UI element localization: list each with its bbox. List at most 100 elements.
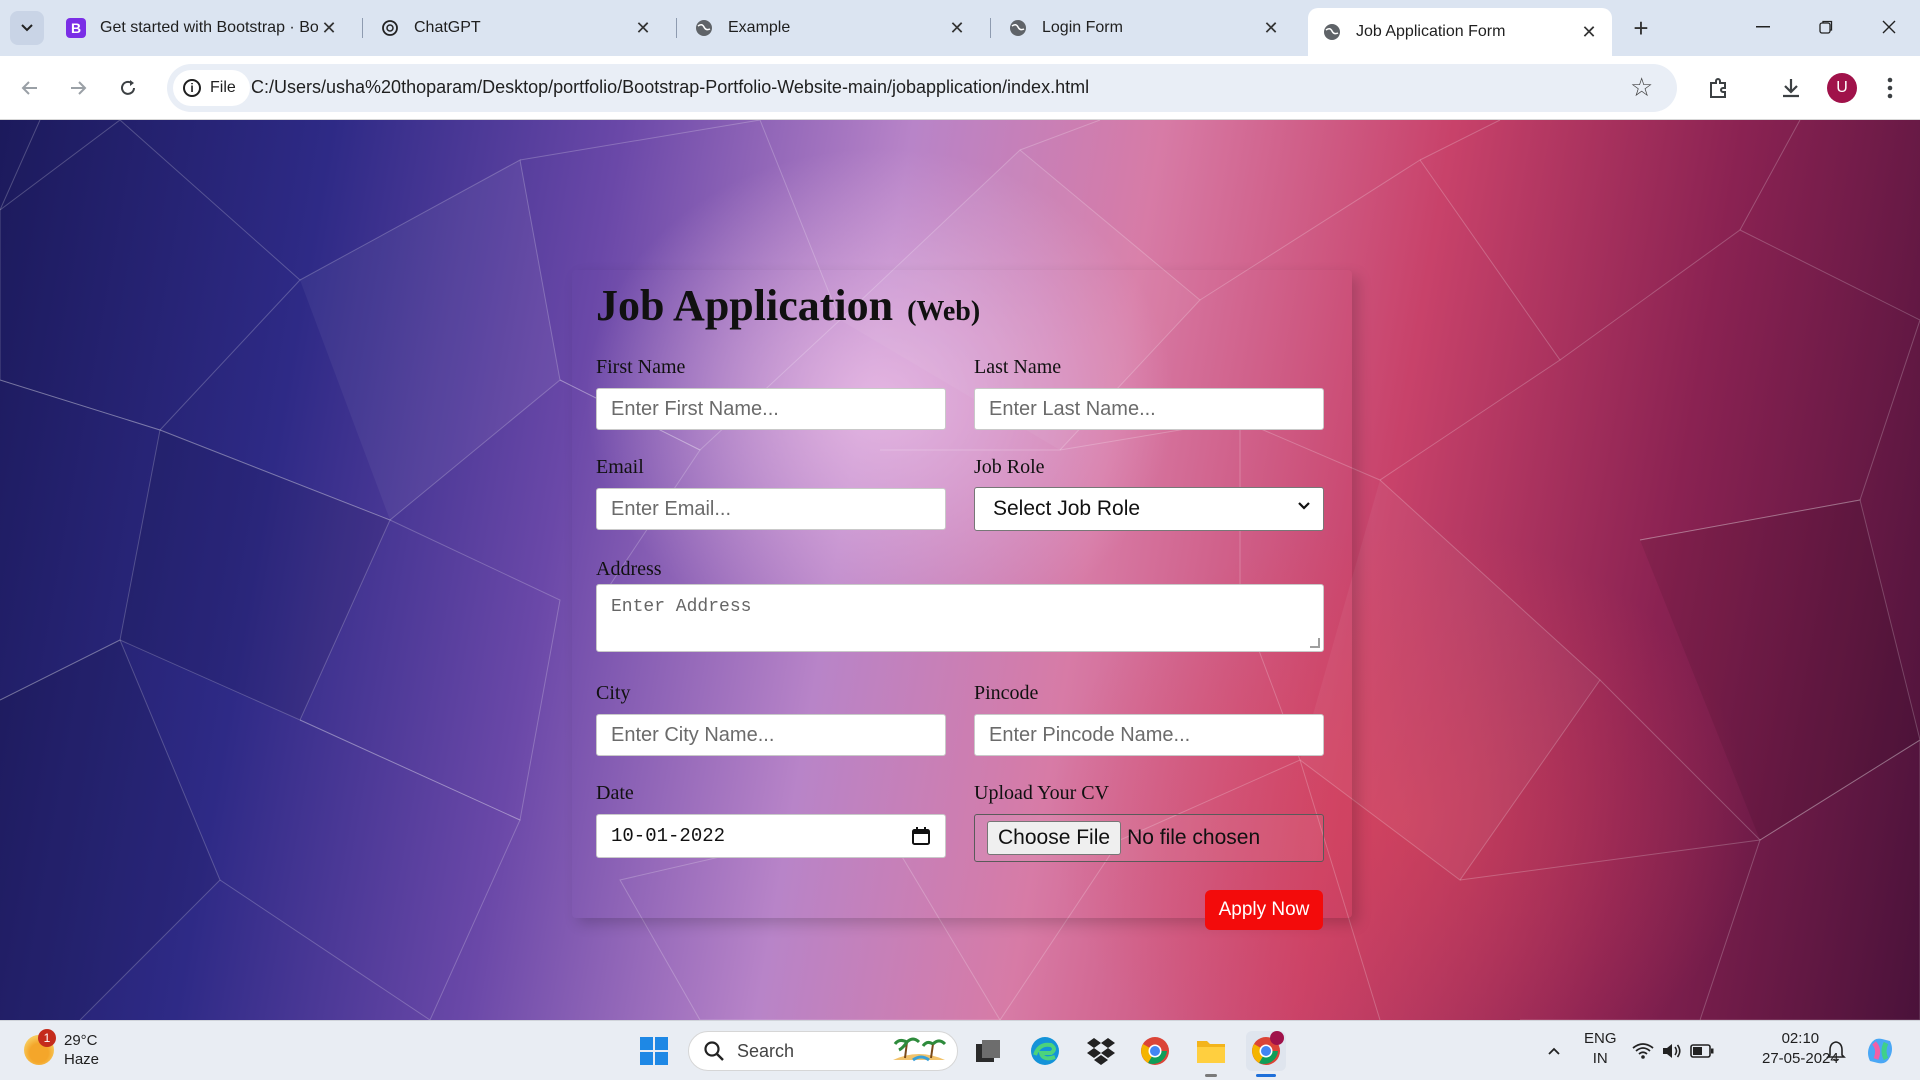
tab-title: ChatGPT <box>414 19 481 36</box>
globe-icon <box>694 18 714 38</box>
job-role-selected: Select Job Role <box>993 497 1141 520</box>
taskbar: 1 29°C Haze Search ENG IN 02:10 27-05-20… <box>0 1020 1920 1080</box>
site-info-label: File <box>210 79 236 96</box>
restore-button[interactable] <box>1803 10 1849 44</box>
extensions-button[interactable] <box>1700 70 1736 106</box>
page-title: Job Application (Web) <box>596 280 980 331</box>
date-value: 10-01-2022 <box>611 825 726 847</box>
more-vert-icon <box>1887 77 1893 99</box>
windows-icon <box>640 1037 668 1065</box>
pincode-label: Pincode <box>974 682 1039 704</box>
file-explorer-button[interactable] <box>1191 1031 1231 1077</box>
apply-now-button[interactable]: Apply Now <box>1205 890 1323 930</box>
chrome-button[interactable] <box>1135 1031 1175 1071</box>
resize-grip-icon[interactable] <box>1310 638 1320 648</box>
copilot-icon <box>1868 1038 1892 1064</box>
first-name-label: First Name <box>596 356 686 378</box>
wifi-icon <box>1632 1043 1654 1059</box>
chatgpt-icon <box>380 18 400 38</box>
edge-icon <box>1031 1037 1059 1065</box>
cv-file-input: Choose File No file chosen <box>974 814 1324 862</box>
tab-chatgpt[interactable]: ChatGPT ✕ <box>366 8 666 48</box>
taskview-button[interactable] <box>968 1031 1008 1071</box>
search-placeholder: Search <box>737 1040 795 1061</box>
tab-search-button[interactable] <box>10 11 44 45</box>
tab-separator <box>362 18 363 38</box>
title-main: Job Application <box>596 281 894 330</box>
tab-example[interactable]: Example ✕ <box>680 8 980 48</box>
globe-icon <box>1322 22 1342 42</box>
chrome-profile-button[interactable] <box>1246 1031 1286 1077</box>
tab-title: Example <box>728 19 791 36</box>
running-indicator <box>1205 1074 1217 1077</box>
close-icon[interactable]: ✕ <box>1578 21 1600 43</box>
address-placeholder: Enter Address <box>611 597 752 617</box>
url-text[interactable]: C:/Users/usha%20thoparam/Desktop/portfol… <box>251 77 1089 98</box>
close-window-button[interactable] <box>1866 10 1912 44</box>
tab-separator <box>676 18 677 38</box>
email-input[interactable] <box>596 488 946 530</box>
tab-title: Login Form <box>1042 19 1123 36</box>
close-icon[interactable]: ✕ <box>1260 17 1282 39</box>
close-icon[interactable]: ✕ <box>946 17 968 39</box>
taskbar-search[interactable]: Search <box>688 1031 958 1071</box>
dropbox-icon <box>1087 1038 1115 1065</box>
job-role-select[interactable]: Select Job Role <box>974 487 1324 531</box>
tray-overflow-button[interactable] <box>1534 1031 1574 1071</box>
downloads-button[interactable] <box>1773 70 1809 106</box>
search-icon <box>704 1041 724 1061</box>
email-label: Email <box>596 456 644 478</box>
address-textarea[interactable]: Enter Address <box>596 584 1324 652</box>
minimize-icon <box>1756 26 1770 28</box>
globe-icon <box>1008 18 1028 38</box>
copilot-button[interactable] <box>1860 1031 1900 1071</box>
chevron-down-icon <box>1297 498 1311 516</box>
title-sub: (Web) <box>907 296 981 327</box>
file-status: No file chosen <box>1127 826 1261 849</box>
profile-avatar[interactable]: U <box>1827 73 1857 103</box>
profile-badge-icon <box>1270 1031 1284 1045</box>
forward-button[interactable] <box>60 70 96 106</box>
new-tab-button[interactable]: + <box>1625 12 1657 44</box>
tab-bootstrap[interactable]: B Get started with Bootstrap · Boot ✕ <box>52 8 352 48</box>
weather-widget[interactable]: 1 29°C Haze <box>24 1029 99 1069</box>
notifications-button[interactable] <box>1816 1031 1856 1071</box>
choose-file-button[interactable]: Choose File <box>987 821 1122 855</box>
tab-job-application-form[interactable]: Job Application Form ✕ <box>1308 8 1612 56</box>
date-input[interactable]: 10-01-2022 <box>596 814 946 858</box>
city-label: City <box>596 682 631 704</box>
back-button[interactable] <box>12 70 48 106</box>
close-icon <box>1882 20 1896 34</box>
date-label: Date <box>596 782 634 804</box>
start-button[interactable] <box>634 1031 674 1071</box>
last-name-input[interactable] <box>974 388 1324 430</box>
pincode-input[interactable] <box>974 714 1324 756</box>
tab-strip: B Get started with Bootstrap · Boot ✕ Ch… <box>0 0 1920 56</box>
volume-icon <box>1662 1044 1681 1058</box>
language-code: ENG <box>1584 1030 1617 1047</box>
puzzle-icon <box>1710 78 1726 98</box>
tab-login-form[interactable]: Login Form ✕ <box>994 8 1294 48</box>
arrow-right-icon <box>71 81 87 95</box>
edge-button[interactable] <box>1025 1031 1065 1071</box>
first-name-input[interactable] <box>596 388 946 430</box>
language-indicator[interactable]: ENG IN <box>1584 1029 1617 1069</box>
reload-button[interactable] <box>110 70 146 106</box>
close-icon[interactable]: ✕ <box>318 17 340 39</box>
system-tray-quick-settings[interactable] <box>1628 1031 1718 1071</box>
job-role-label: Job Role <box>974 456 1045 478</box>
site-info-chip[interactable]: i File <box>173 70 250 106</box>
menu-button[interactable] <box>1872 70 1908 106</box>
region-code: IN <box>1592 1050 1608 1067</box>
city-input[interactable] <box>596 714 946 756</box>
close-icon[interactable]: ✕ <box>632 17 654 39</box>
chevron-up-icon <box>1548 1047 1560 1055</box>
address-bar[interactable]: i File C:/Users/usha%20thoparam/Desktop/… <box>167 64 1677 112</box>
calendar-icon[interactable] <box>911 826 931 852</box>
chrome-icon <box>1141 1037 1169 1065</box>
minimize-button[interactable] <box>1740 10 1786 44</box>
dropbox-button[interactable] <box>1081 1031 1121 1071</box>
weather-temp: 29°C <box>64 1032 98 1049</box>
bookmark-star-icon[interactable]: ☆ <box>1630 72 1653 103</box>
address-label: Address <box>596 558 662 580</box>
